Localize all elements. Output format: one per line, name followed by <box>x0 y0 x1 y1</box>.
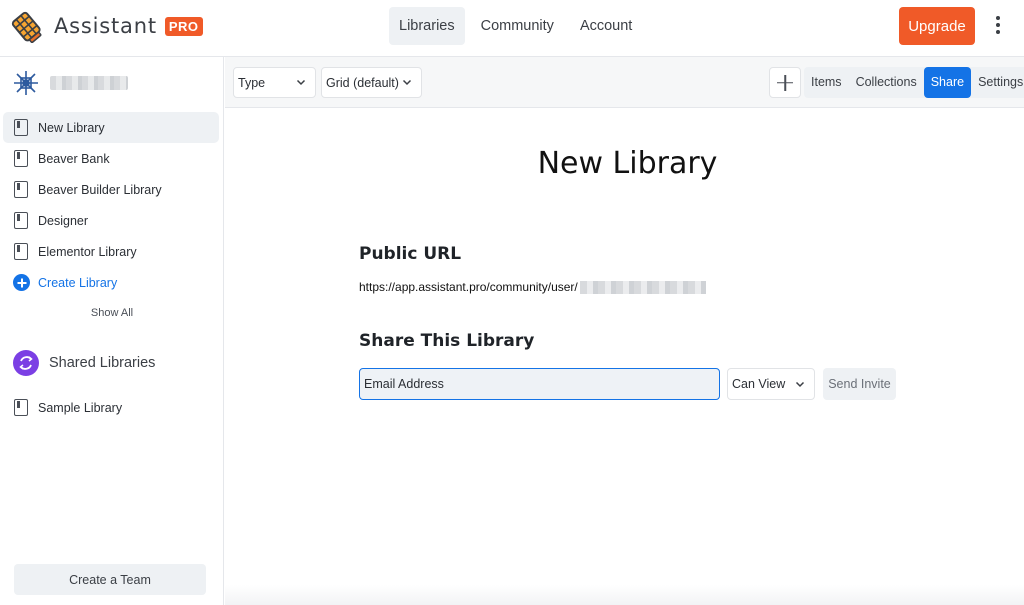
page-title: New Library <box>537 146 718 181</box>
sidebar-item-elementor-library[interactable]: Elementor Library <box>3 236 219 267</box>
send-invite-button[interactable]: Send Invite <box>823 368 896 400</box>
bottom-fade <box>225 585 1024 605</box>
create-team-button[interactable]: Create a Team <box>14 564 206 595</box>
shared-libraries-header: Shared Libraries <box>12 349 155 377</box>
pro-badge: PRO <box>164 16 203 36</box>
sidebar: New Library Beaver Bank Beaver Builder L… <box>0 57 224 605</box>
permission-select-value: Can View <box>732 377 786 391</box>
tab-settings[interactable]: Settings <box>971 67 1024 98</box>
library-icon <box>14 399 28 416</box>
assistant-logo-icon <box>11 11 42 43</box>
library-tabs: Items Collections Share Settings <box>804 67 1024 98</box>
permission-select[interactable]: Can View <box>727 368 815 400</box>
sidebar-item-label: Sample Library <box>38 400 123 415</box>
upgrade-button[interactable]: Upgrade <box>899 7 975 45</box>
share-library-heading: Share This Library <box>359 331 535 351</box>
nav-account[interactable]: Account <box>570 7 642 45</box>
nav-libraries[interactable]: Libraries <box>389 7 465 45</box>
shared-library-list: Sample Library <box>3 392 219 423</box>
library-list: New Library Beaver Bank Beaver Builder L… <box>3 112 219 298</box>
sidebar-item-label: Beaver Builder Library <box>38 182 162 197</box>
share-panel: New Library Public URL https://app.assis… <box>225 108 1024 605</box>
create-library-button[interactable]: Create Library <box>3 267 219 298</box>
library-icon <box>14 119 28 136</box>
brand[interactable]: Assistant PRO <box>10 9 203 43</box>
plus-circle-icon <box>13 274 30 291</box>
brand-name: Assistant <box>54 14 157 38</box>
sidebar-item-label: Designer <box>38 213 89 228</box>
tab-collections[interactable]: Collections <box>849 67 924 98</box>
team-selector[interactable] <box>12 69 128 97</box>
sidebar-item-beaver-builder-library[interactable]: Beaver Builder Library <box>3 174 219 205</box>
library-icon <box>14 150 28 167</box>
type-select[interactable]: Type <box>233 67 316 98</box>
more-menu-icon[interactable] <box>990 14 1006 38</box>
public-url-heading: Public URL <box>359 244 462 264</box>
tab-items[interactable]: Items <box>804 67 849 98</box>
public-url[interactable]: https://app.assistant.pro/community/user… <box>359 280 706 294</box>
sidebar-item-label: Elementor Library <box>38 244 137 259</box>
shared-libraries-icon <box>13 350 39 376</box>
library-icon <box>14 181 28 198</box>
url-username-redacted <box>579 280 706 294</box>
team-avatar-icon <box>14 71 38 95</box>
tab-share[interactable]: Share <box>923 67 972 98</box>
sidebar-item-label: Beaver Bank <box>38 151 110 166</box>
top-header: Assistant PRO Libraries Community Accoun… <box>0 0 1024 57</box>
sidebar-item-label: New Library <box>38 120 105 135</box>
team-name-redacted <box>50 76 128 90</box>
public-url-text: https://app.assistant.pro/community/user… <box>359 280 578 294</box>
nav-community[interactable]: Community <box>471 7 564 45</box>
type-select-value: Type <box>238 75 266 90</box>
add-item-button[interactable] <box>769 67 801 98</box>
library-toolbar: Type Grid (default) Items Collections Sh… <box>225 57 1024 108</box>
library-icon <box>14 212 28 229</box>
email-input[interactable] <box>359 368 720 400</box>
create-library-label: Create Library <box>38 275 118 290</box>
view-select-value: Grid (default) <box>326 75 399 90</box>
sidebar-item-sample-library[interactable]: Sample Library <box>3 392 219 423</box>
chevron-down-icon <box>402 79 412 86</box>
sidebar-item-beaver-bank[interactable]: Beaver Bank <box>3 143 219 174</box>
sidebar-item-designer[interactable]: Designer <box>3 205 219 236</box>
chevron-down-icon <box>795 381 805 388</box>
view-select[interactable]: Grid (default) <box>321 67 422 98</box>
show-all-link[interactable]: Show All <box>0 307 224 319</box>
shared-libraries-title: Shared Libraries <box>49 355 156 371</box>
main-nav: Libraries Community Account <box>389 7 648 45</box>
chevron-down-icon <box>296 79 306 86</box>
library-icon <box>14 243 28 260</box>
sidebar-item-new-library[interactable]: New Library <box>3 112 219 143</box>
